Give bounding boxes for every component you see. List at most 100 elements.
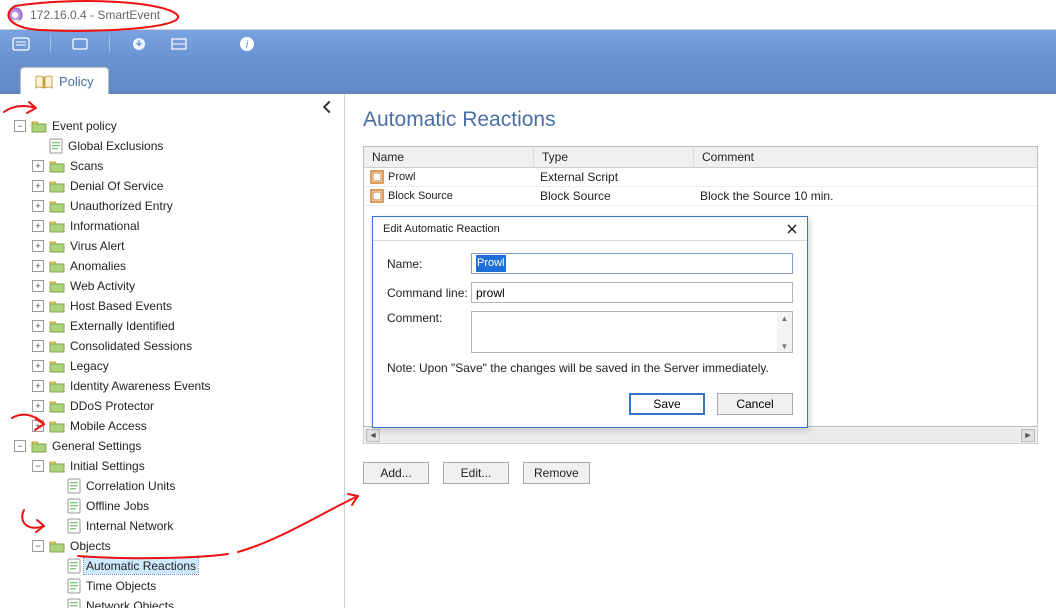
tree-node[interactable]: Global Exclusions <box>2 136 340 156</box>
tree-node[interactable]: +Scans <box>2 156 340 176</box>
cancel-button[interactable]: Cancel <box>717 393 793 415</box>
main-toolbar: i <box>0 30 1056 58</box>
tree-node[interactable]: + Host Based Events <box>2 296 340 316</box>
collapse-toggle[interactable]: − <box>14 120 26 132</box>
tree-node[interactable]: Internal Network <box>2 516 340 536</box>
horizontal-scrollbar[interactable]: ◄ ► <box>363 427 1038 444</box>
tree-node-label: Global Exclusions <box>66 138 165 154</box>
tree-node[interactable]: + Mobile Access <box>2 416 340 436</box>
table-row[interactable]: ProwlExternal Script <box>364 168 1037 187</box>
cell-type: Block Source <box>534 187 694 205</box>
tree-node-label: Network Objects <box>84 598 176 608</box>
tree-node[interactable]: Automatic Reactions <box>2 556 340 576</box>
comment-textarea[interactable] <box>471 311 778 353</box>
tree-node[interactable]: Correlation Units <box>2 476 340 496</box>
tree-node[interactable]: +Virus Alert <box>2 236 340 256</box>
col-comment[interactable]: Comment <box>694 147 1037 167</box>
collapse-panel-icon[interactable] <box>320 100 334 114</box>
close-icon[interactable] <box>783 220 801 238</box>
save-button[interactable]: Save <box>629 393 705 415</box>
document-icon <box>67 478 81 494</box>
scroll-right-icon[interactable]: ► <box>1021 429 1035 442</box>
tree-node-label: Mobile Access <box>68 418 149 434</box>
tree-node-initial-settings[interactable]: − Initial Settings <box>2 456 340 476</box>
tree-node-general-settings[interactable]: − General Settings <box>2 436 340 456</box>
table-row[interactable]: Block SourceBlock SourceBlock the Source… <box>364 187 1037 206</box>
tree-node[interactable]: Time Objects <box>2 576 340 596</box>
expand-toggle[interactable]: + <box>32 180 44 192</box>
collapse-toggle[interactable]: − <box>32 460 44 472</box>
folder-icon <box>49 419 65 433</box>
tab-label: Policy <box>59 74 94 89</box>
toolbar-btn-2[interactable] <box>69 35 91 53</box>
page-title: Automatic Reactions <box>363 108 1038 132</box>
command-line-input[interactable] <box>471 282 793 303</box>
folder-icon <box>49 199 65 213</box>
tree-node-label: Web Activity <box>68 278 137 294</box>
app-icon <box>6 6 24 24</box>
tree-node-label: Offline Jobs <box>84 498 151 514</box>
scroll-up-icon[interactable]: ▲ <box>777 312 792 324</box>
tree-node[interactable]: +Identity Awareness Events <box>2 376 340 396</box>
remove-button[interactable]: Remove <box>523 462 590 484</box>
collapse-toggle[interactable]: − <box>32 540 44 552</box>
tree-node[interactable]: + Legacy <box>2 356 340 376</box>
tree-node[interactable]: +DDoS Protector <box>2 396 340 416</box>
tree-node[interactable]: +Consolidated Sessions <box>2 336 340 356</box>
expand-toggle[interactable]: + <box>32 240 44 252</box>
tab-policy[interactable]: Policy <box>20 67 109 95</box>
expand-toggle[interactable]: + <box>32 320 44 332</box>
tree-node-label: Internal Network <box>84 518 175 534</box>
expand-toggle[interactable]: + <box>32 260 44 272</box>
tree-node[interactable]: +Denial Of Service <box>2 176 340 196</box>
expand-toggle[interactable]: + <box>32 420 44 432</box>
tree-node[interactable]: +Anomalies <box>2 256 340 276</box>
expand-toggle[interactable]: + <box>32 280 44 292</box>
folder-icon <box>49 179 65 193</box>
col-type[interactable]: Type <box>534 147 694 167</box>
cell-name: Block Source <box>388 190 453 202</box>
cell-name: Prowl <box>388 171 416 183</box>
tree-node[interactable]: +Externally Identified <box>2 316 340 336</box>
edit-button[interactable]: Edit... <box>443 462 509 484</box>
expand-toggle[interactable]: + <box>32 340 44 352</box>
expand-toggle[interactable]: + <box>32 300 44 312</box>
folder-icon <box>49 219 65 233</box>
document-icon <box>49 138 63 154</box>
textarea-scrollbar[interactable]: ▲▼ <box>777 311 793 353</box>
toolbar-btn-4[interactable] <box>168 35 190 53</box>
document-icon <box>67 518 81 534</box>
expand-toggle[interactable]: + <box>32 160 44 172</box>
tree-node[interactable]: Offline Jobs <box>2 496 340 516</box>
tree-node-label: Legacy <box>68 358 111 374</box>
expand-toggle[interactable]: + <box>32 400 44 412</box>
tree-node[interactable]: Network Objects <box>2 596 340 608</box>
scroll-track[interactable] <box>382 429 1019 442</box>
dialog-title-text: Edit Automatic Reaction <box>383 223 500 235</box>
tree-node[interactable]: +Unauthorized Entry <box>2 196 340 216</box>
tree-node-event-policy[interactable]: − Event policy <box>2 116 340 136</box>
expand-toggle[interactable]: + <box>32 360 44 372</box>
tree-node[interactable]: + Web Activity <box>2 276 340 296</box>
toolbar-btn-1[interactable] <box>10 35 32 53</box>
folder-icon <box>49 159 65 173</box>
expand-toggle[interactable]: + <box>32 200 44 212</box>
tree-node-objects[interactable]: − Objects <box>2 536 340 556</box>
add-button[interactable]: Add... <box>363 462 429 484</box>
expand-toggle[interactable]: + <box>32 380 44 392</box>
tree-node-label: Automatic Reactions <box>84 558 198 574</box>
folder-icon <box>49 399 65 413</box>
dialog-titlebar[interactable]: Edit Automatic Reaction <box>373 217 807 241</box>
tree-node-label: Host Based Events <box>68 298 174 314</box>
tree-node-label: Correlation Units <box>84 478 177 494</box>
expand-toggle[interactable]: + <box>32 220 44 232</box>
scroll-down-icon[interactable]: ▼ <box>777 340 792 352</box>
collapse-toggle[interactable]: − <box>14 440 26 452</box>
window-title: 172.16.0.4 - SmartEvent <box>30 8 160 22</box>
toolbar-btn-3[interactable] <box>128 35 150 53</box>
name-input[interactable]: Prowl <box>471 253 793 274</box>
scroll-left-icon[interactable]: ◄ <box>366 429 380 442</box>
info-icon[interactable]: i <box>236 35 258 53</box>
col-name[interactable]: Name <box>364 147 534 167</box>
tree-node[interactable]: +Informational <box>2 216 340 236</box>
